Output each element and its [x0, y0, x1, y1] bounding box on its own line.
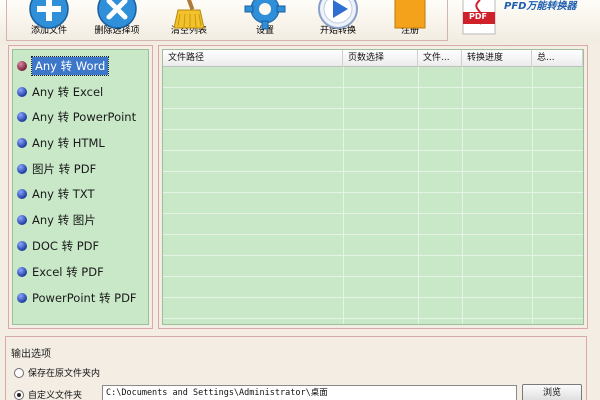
play-icon	[318, 0, 358, 29]
output-options-title: 输出选项	[11, 349, 51, 360]
conversion-any-to-txt[interactable]: Any 转 TXT	[15, 184, 150, 203]
radio-bullet-icon	[17, 163, 27, 174]
file-table-panel: 文件路径 页数选择 文件... 转换进度 总...	[158, 45, 588, 329]
delete-selection-button[interactable]: 删除选择项	[84, 0, 150, 41]
conversion-label: Any 转 HTML	[32, 135, 105, 150]
conversion-label: Excel 转 PDF	[32, 264, 104, 279]
app-logo: PDF PFD万能转换器	[456, 0, 600, 40]
add-file-button[interactable]: 添加文件	[16, 0, 82, 41]
delete-icon	[97, 0, 137, 29]
conversion-list: Any 转 Word Any 转 Excel Any 转 PowerPoint …	[12, 49, 149, 325]
radio-bullet-icon	[17, 60, 27, 71]
radio-bullet-icon	[17, 214, 27, 225]
pdf-badge-text: PDF	[469, 12, 487, 21]
conversion-any-to-word[interactable]: Any 转 Word	[15, 55, 150, 76]
output-path-input[interactable]: C:\Documents and Settings\Administrator\…	[102, 385, 517, 400]
browse-button[interactable]: 浏览	[522, 384, 582, 400]
broom-icon	[173, 0, 205, 29]
conversion-label: 图片 转 PDF	[32, 161, 97, 176]
clear-list-button[interactable]: 清空列表	[156, 0, 222, 41]
save-in-source-folder-option[interactable]: 保存在原文件夹内	[14, 366, 100, 379]
conversion-label: Any 转 Excel	[32, 84, 104, 99]
radio-bullet-icon	[17, 240, 27, 251]
conversion-label: PowerPoint 转 PDF	[32, 290, 137, 305]
conversion-powerpoint-to-pdf[interactable]: PowerPoint 转 PDF	[15, 288, 150, 307]
conversion-any-to-html[interactable]: Any 转 HTML	[15, 133, 150, 152]
radio-bullet-icon	[17, 292, 27, 303]
conversion-doc-to-pdf[interactable]: DOC 转 PDF	[15, 236, 150, 255]
start-convert-button[interactable]: 开始转换	[305, 0, 371, 41]
column-progress[interactable]: 转换进度	[462, 50, 532, 67]
conversion-label: Any 转 TXT	[32, 186, 95, 201]
output-options-panel: 输出选项 保存在原文件夹内 自定义文件夹 C:\Documents and Se…	[5, 336, 587, 400]
settings-button[interactable]: 设置	[232, 0, 298, 41]
custom-folder-option[interactable]: 自定义文件夹	[14, 388, 82, 400]
register-icon	[394, 0, 426, 29]
radio-button-checked[interactable]	[14, 389, 24, 400]
gear-icon	[244, 0, 286, 30]
conversion-any-to-excel[interactable]: Any 转 Excel	[15, 82, 150, 101]
conversion-panel: Any 转 Word Any 转 Excel Any 转 PowerPoint …	[8, 45, 153, 329]
radio-bullet-icon	[17, 111, 27, 122]
toolbar: 添加文件 删除选择项 清空列表 设置 开始转换 注册 PDF PFD万能转换器	[0, 0, 600, 44]
column-divider	[532, 67, 533, 324]
column-page-select[interactable]: 页数选择	[343, 50, 418, 67]
column-file-path[interactable]: 文件路径	[163, 50, 343, 67]
table-body	[163, 67, 583, 324]
conversion-label: Any 转 Word	[30, 55, 110, 76]
custom-folder-label: 自定义文件夹	[28, 391, 83, 400]
column-divider	[462, 67, 463, 324]
register-button[interactable]: 注册	[377, 0, 443, 41]
conversion-image-to-pdf[interactable]: 图片 转 PDF	[15, 159, 150, 178]
radio-bullet-icon	[17, 86, 27, 97]
conversion-label: DOC 转 PDF	[32, 238, 100, 253]
conversion-label: Any 转 图片	[32, 212, 96, 227]
column-divider	[343, 67, 344, 324]
radio-bullet-icon	[17, 188, 27, 199]
conversion-label: Any 转 PowerPoint	[32, 109, 137, 124]
column-total[interactable]: 总...	[532, 50, 583, 67]
add-icon	[29, 0, 69, 29]
save-in-source-folder-label: 保存在原文件夹内	[28, 369, 101, 379]
column-divider	[418, 67, 419, 324]
conversion-any-to-powerpoint[interactable]: Any 转 PowerPoint	[15, 107, 150, 126]
conversion-excel-to-pdf[interactable]: Excel 转 PDF	[15, 262, 150, 281]
radio-bullet-icon	[17, 266, 27, 277]
column-file-size[interactable]: 文件...	[418, 50, 462, 67]
conversion-any-to-image[interactable]: Any 转 图片	[15, 210, 150, 229]
app-title: PFD万能转换器	[504, 1, 577, 12]
table-header: 文件路径 页数选择 文件... 转换进度 总...	[163, 50, 583, 67]
file-table[interactable]: 文件路径 页数选择 文件... 转换进度 总...	[162, 49, 584, 325]
radio-button[interactable]	[14, 367, 24, 378]
radio-bullet-icon	[17, 137, 27, 148]
